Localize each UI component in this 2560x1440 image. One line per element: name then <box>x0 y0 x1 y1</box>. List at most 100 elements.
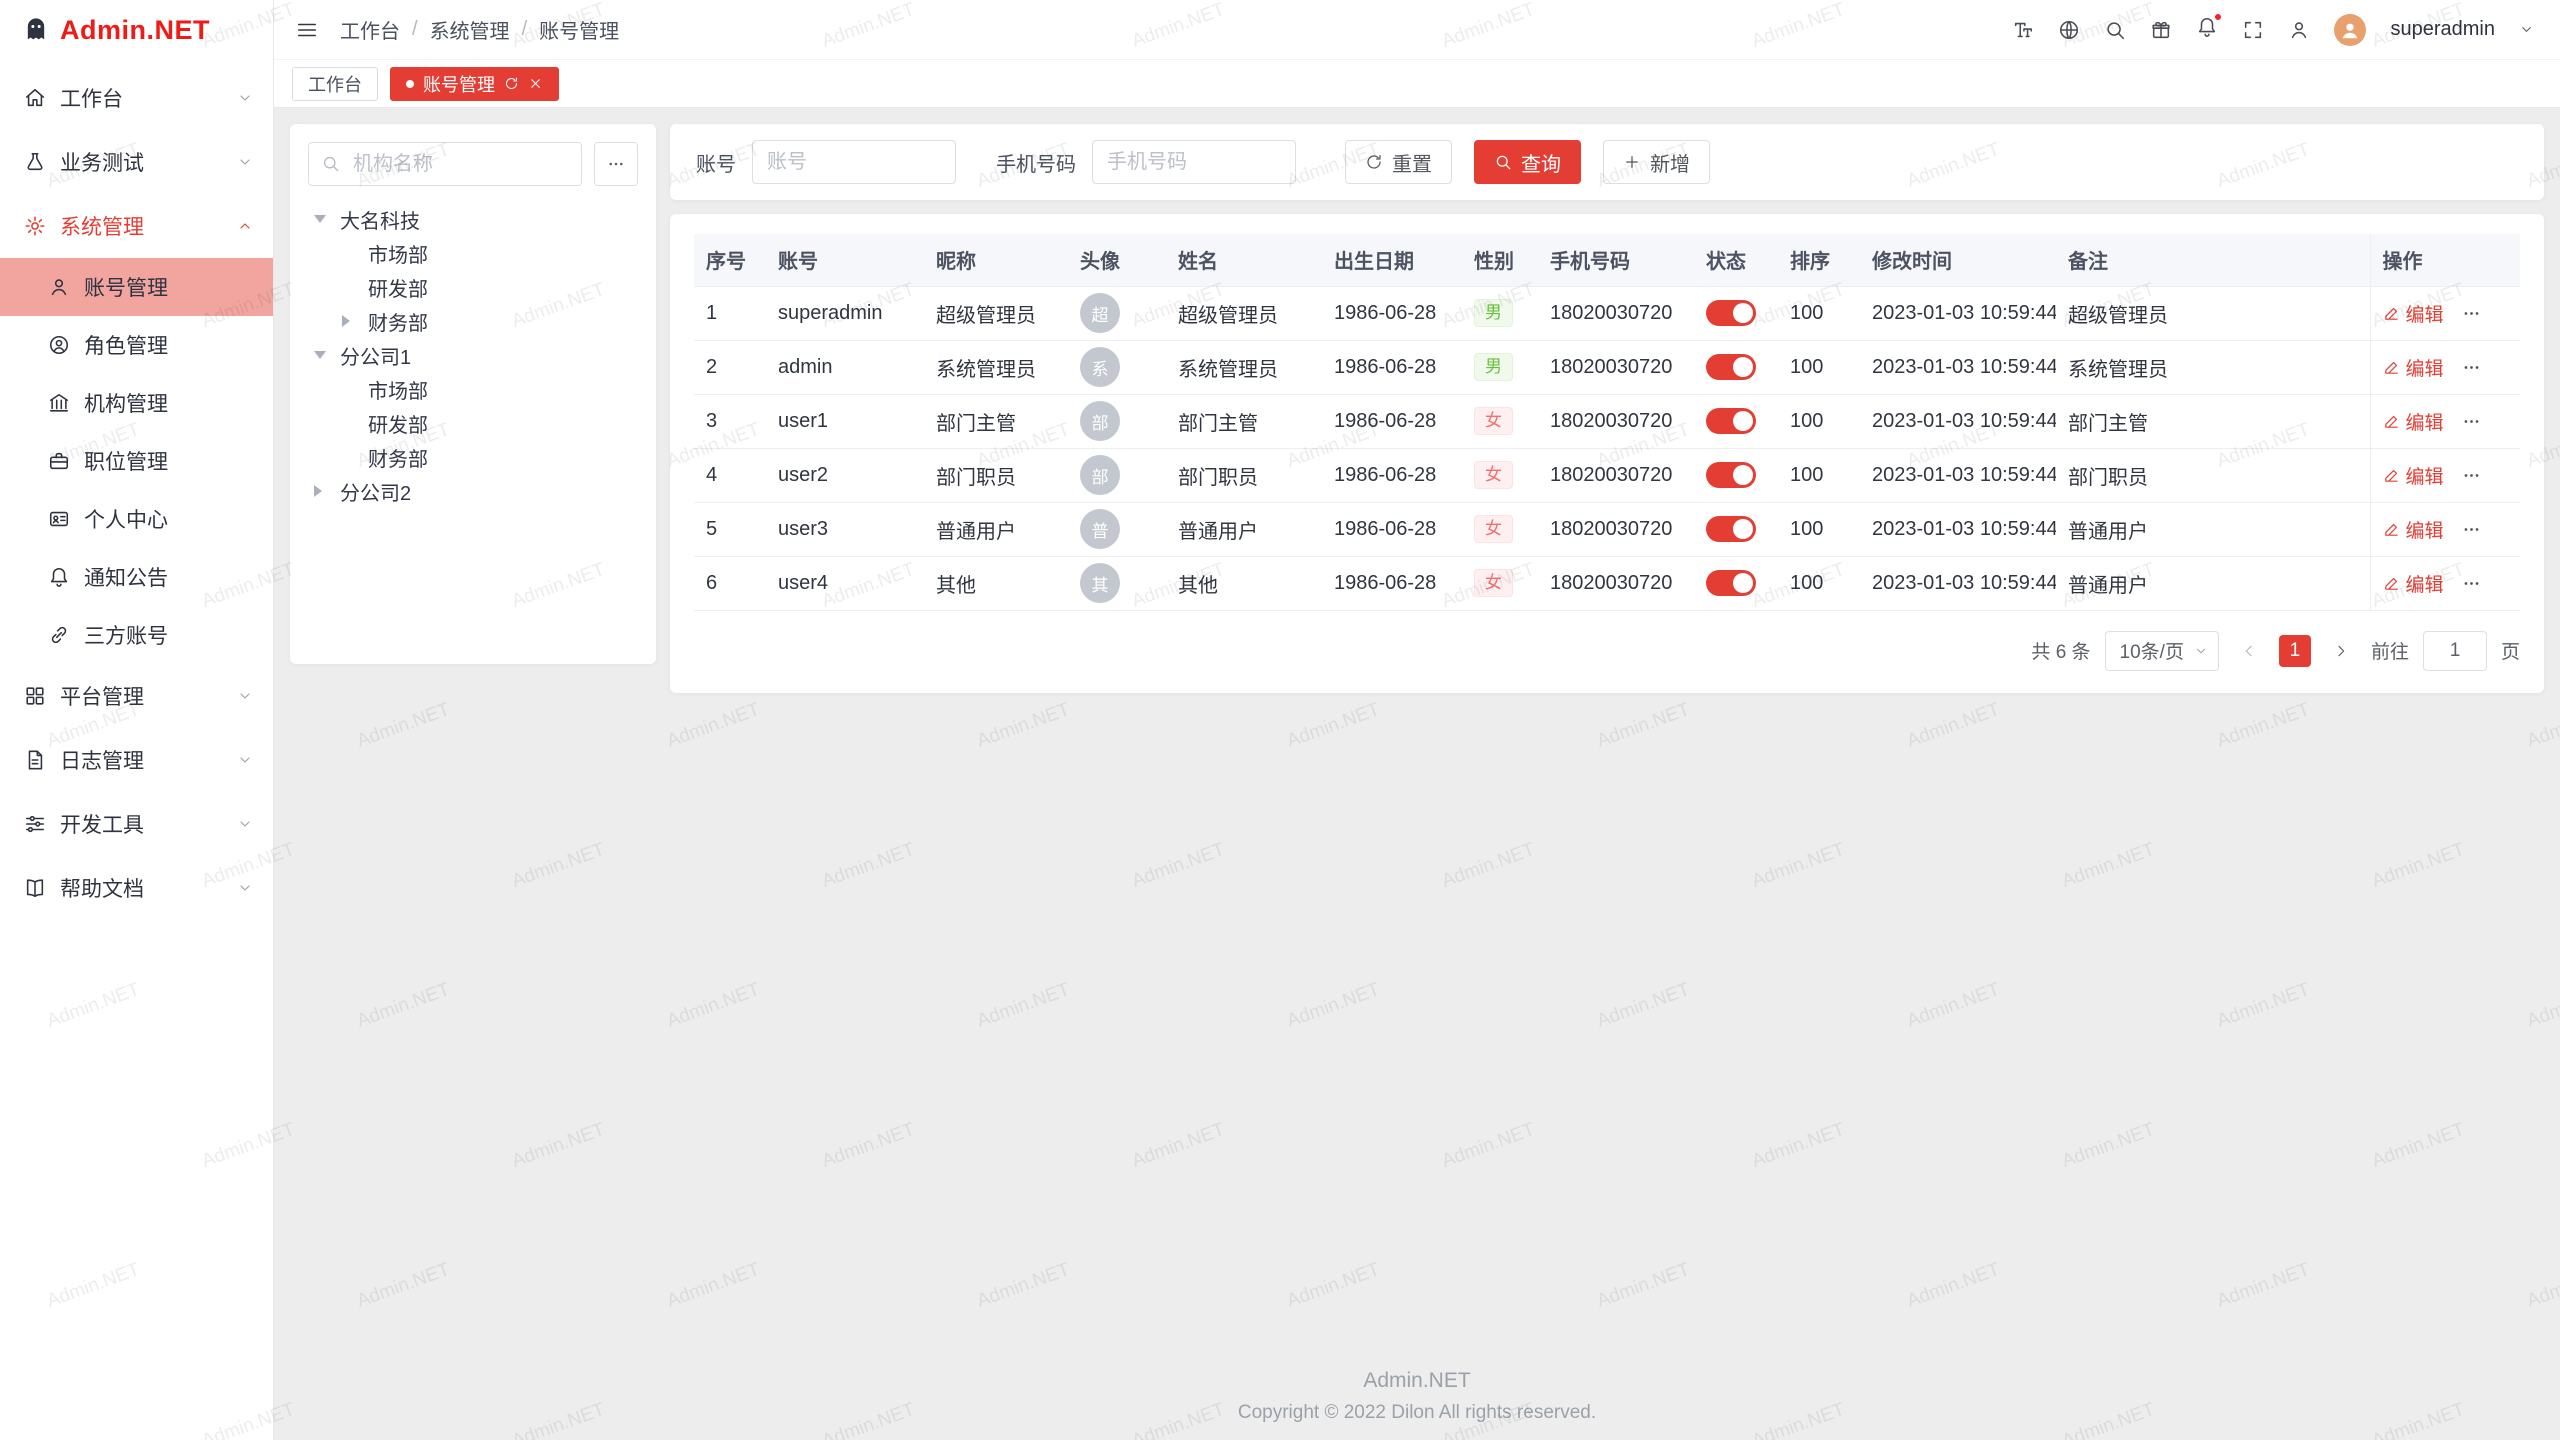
tree-node[interactable]: 研发部 <box>308 270 638 304</box>
page-size-select[interactable]: 10条/页 <box>2105 631 2219 671</box>
edit-button[interactable]: 编辑 <box>2383 570 2444 597</box>
phone-input[interactable] <box>1092 140 1296 184</box>
add-button[interactable]: 新增 <box>1603 140 1710 184</box>
notification-bell[interactable] <box>2196 16 2218 43</box>
tree-node[interactable]: 分公司1 <box>308 338 638 372</box>
reset-button[interactable]: 重置 <box>1345 140 1452 184</box>
status-toggle[interactable] <box>1706 462 1756 488</box>
caret-down-icon[interactable] <box>314 215 326 223</box>
query-form: 账号 手机号码 重置 查询 新增 <box>670 124 2544 200</box>
cell-remark: 系统管理员 <box>2056 340 2370 394</box>
edit-button[interactable]: 编辑 <box>2383 408 2444 435</box>
chevron-down-icon[interactable] <box>2519 22 2534 37</box>
tree-node[interactable]: 财务部 <box>308 440 638 474</box>
edit-button[interactable]: 编辑 <box>2383 300 2444 327</box>
caret-right-icon[interactable] <box>314 485 322 497</box>
table-row[interactable]: 4 user2 部门职员 部 部门职员 1986-06-28 女 1802003… <box>694 448 2520 502</box>
active-tab-dot <box>406 80 414 88</box>
cell-remark: 部门职员 <box>2056 448 2370 502</box>
avatar-person-icon <box>2339 19 2361 41</box>
language-globe-icon[interactable] <box>2058 19 2080 41</box>
refresh-icon[interactable] <box>504 76 519 91</box>
tree-node[interactable]: 市场部 <box>308 372 638 406</box>
account-input[interactable] <box>752 140 956 184</box>
caret-down-icon[interactable] <box>314 351 326 359</box>
user-center-icon[interactable] <box>2288 19 2310 41</box>
menu-collapse-icon[interactable] <box>296 19 318 41</box>
edit-button[interactable]: 编辑 <box>2383 462 2444 489</box>
edit-icon <box>2383 521 2400 538</box>
cell-sort: 100 <box>1778 286 1860 340</box>
sidebar-item-role-mgmt[interactable]: 角色管理 <box>0 316 273 374</box>
edit-button[interactable]: 编辑 <box>2383 354 2444 381</box>
org-search-input[interactable] <box>308 142 582 186</box>
status-toggle[interactable] <box>1706 516 1756 542</box>
status-toggle[interactable] <box>1706 408 1756 434</box>
sidebar-item-third-party-account[interactable]: 三方账号 <box>0 606 273 664</box>
grid-icon <box>24 685 46 707</box>
fullscreen-icon[interactable] <box>2242 19 2264 41</box>
breadcrumb-item-workbench[interactable]: 工作台 <box>340 15 400 44</box>
tree-node[interactable]: 大名科技 <box>308 202 638 236</box>
table-row[interactable]: 5 user3 普通用户 普 普通用户 1986-06-28 女 1802003… <box>694 502 2520 556</box>
search-icon <box>321 154 340 173</box>
toggle-knob <box>1733 303 1753 323</box>
prev-page-button[interactable] <box>2233 635 2265 667</box>
sidebar-item-platform-mgmt[interactable]: 平台管理 <box>0 664 273 728</box>
tree-node[interactable]: 市场部 <box>308 236 638 270</box>
edit-label: 编辑 <box>2406 462 2444 489</box>
row-more-button[interactable] <box>2462 466 2481 485</box>
sidebar-item-log-mgmt[interactable]: 日志管理 <box>0 728 273 792</box>
tree-node[interactable]: 财务部 <box>308 304 638 338</box>
next-page-button[interactable] <box>2325 635 2357 667</box>
row-more-button[interactable] <box>2462 520 2481 539</box>
row-more-button[interactable] <box>2462 412 2481 431</box>
table-row[interactable]: 2 admin 系统管理员 系 系统管理员 1986-06-28 男 18020… <box>694 340 2520 394</box>
table-body: 1 superadmin 超级管理员 超 超级管理员 1986-06-28 男 … <box>694 286 2520 610</box>
breadcrumb-item-system-mgmt[interactable]: 系统管理 <box>430 15 510 44</box>
gender-tag: 女 <box>1474 569 1513 597</box>
edit-button[interactable]: 编辑 <box>2383 516 2444 543</box>
sidebar-item-notice[interactable]: 通知公告 <box>0 548 273 606</box>
layout-config-icon[interactable] <box>2150 19 2172 41</box>
caret-right-icon[interactable] <box>342 315 350 327</box>
sidebar-item-personal-center[interactable]: 个人中心 <box>0 490 273 548</box>
sidebar-item-business-test[interactable]: 业务测试 <box>0 130 273 194</box>
search-button[interactable]: 查询 <box>1474 140 1581 184</box>
page-number-1[interactable]: 1 <box>2279 635 2311 667</box>
sidebar-item-org-mgmt[interactable]: 机构管理 <box>0 374 273 432</box>
sidebar-item-system-mgmt[interactable]: 系统管理 <box>0 194 273 258</box>
sidebar-item-position-mgmt[interactable]: 职位管理 <box>0 432 273 490</box>
table-row[interactable]: 1 superadmin 超级管理员 超 超级管理员 1986-06-28 男 … <box>694 286 2520 340</box>
close-icon[interactable] <box>528 76 543 91</box>
row-more-button[interactable] <box>2462 358 2481 377</box>
status-toggle[interactable] <box>1706 570 1756 596</box>
status-toggle[interactable] <box>1706 300 1756 326</box>
status-toggle[interactable] <box>1706 354 1756 380</box>
row-more-button[interactable] <box>2462 304 2481 323</box>
sidebar-item-help-docs[interactable]: 帮助文档 <box>0 856 273 920</box>
username[interactable]: superadmin <box>2390 18 2495 41</box>
org-more-button[interactable] <box>594 142 638 186</box>
tree-node[interactable]: 分公司2 <box>308 474 638 508</box>
table-row[interactable]: 6 user4 其他 其 其他 1986-06-28 女 18020030720… <box>694 556 2520 610</box>
search-icon[interactable] <box>2104 19 2126 41</box>
avatar[interactable] <box>2334 14 2366 46</box>
sidebar-item-dev-tools[interactable]: 开发工具 <box>0 792 273 856</box>
tree-node[interactable]: 研发部 <box>308 406 638 440</box>
more-dots-icon <box>2462 304 2481 323</box>
goto-page-input[interactable] <box>2423 631 2487 671</box>
cell-nickname: 系统管理员 <box>924 340 1068 394</box>
row-more-button[interactable] <box>2462 574 2481 593</box>
toggle-knob <box>1733 573 1753 593</box>
footer: Admin.NET Copyright © 2022 Dilon All rig… <box>274 1369 2560 1424</box>
tab-workbench[interactable]: 工作台 <box>292 67 378 101</box>
app-logo[interactable]: Admin.NET <box>0 0 273 60</box>
breadcrumb-item-account-mgmt[interactable]: 账号管理 <box>539 15 619 44</box>
breadcrumb-separator: / <box>522 18 528 41</box>
table-row[interactable]: 3 user1 部门主管 部 部门主管 1986-06-28 女 1802003… <box>694 394 2520 448</box>
tab-account-mgmt[interactable]: 账号管理 <box>390 67 559 101</box>
sidebar-item-account-mgmt[interactable]: 账号管理 <box>0 258 273 316</box>
sidebar-item-workbench[interactable]: 工作台 <box>0 66 273 130</box>
font-size-icon[interactable] <box>2012 19 2034 41</box>
